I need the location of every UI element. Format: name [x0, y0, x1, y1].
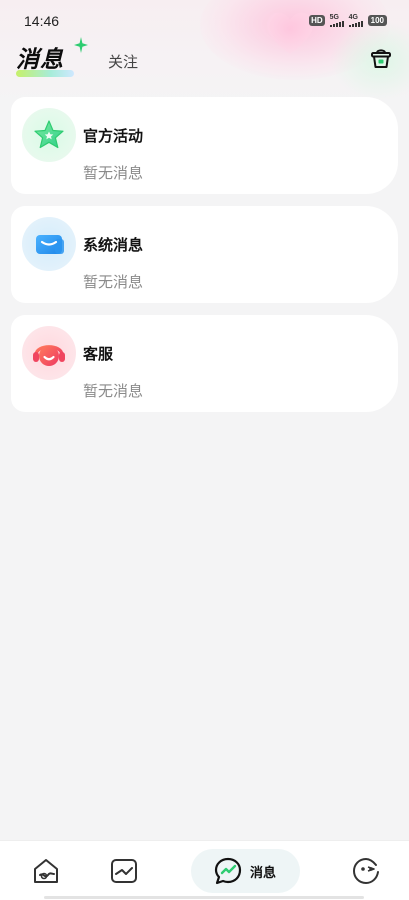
home-indicator	[44, 896, 364, 899]
nav-messages[interactable]: 消息	[191, 849, 300, 893]
nav-discover[interactable]	[108, 855, 140, 887]
bottom-navigation: 消息	[0, 840, 409, 900]
mail-icon	[22, 217, 76, 271]
message-preview: 暂无消息	[83, 382, 144, 400]
hd-badge: HD	[309, 15, 325, 26]
message-list: 官方活动 暂无消息 系统消息 暂无消息 客服 暂无消息	[11, 97, 398, 424]
profile-icon	[352, 857, 379, 885]
avatar	[22, 326, 76, 380]
message-title: 客服	[83, 345, 114, 363]
message-preview: 暂无消息	[83, 164, 144, 182]
status-bar: 14:46 HD 5G 4G 100	[0, 0, 409, 44]
home-icon	[34, 859, 58, 883]
message-preview: 暂无消息	[83, 273, 144, 291]
status-time: 14:46	[24, 13, 60, 29]
signal-5g: 5G	[329, 14, 344, 27]
signal-bars-icon	[348, 21, 363, 27]
discover-icon	[111, 859, 137, 883]
message-title: 官方活动	[83, 127, 144, 145]
page-title[interactable]: 消息	[16, 40, 64, 74]
nav-profile[interactable]	[350, 855, 382, 887]
battery-icon: 100	[367, 15, 387, 26]
star-icon	[22, 108, 76, 162]
signal-4g: 4G	[348, 14, 363, 27]
chat-icon	[214, 857, 242, 885]
nav-messages-label: 消息	[250, 866, 277, 881]
signal-bars-icon	[329, 21, 344, 27]
messages-screen: 14:46 HD 5G 4G 100 消息 关注 官方活动 暂无消息 系统消息 …	[0, 0, 409, 900]
status-indicators: HD 5G 4G 100	[309, 14, 387, 27]
headset-icon	[22, 326, 76, 380]
message-card-official-activity[interactable]: 官方活动 暂无消息	[11, 97, 398, 194]
tab-follow[interactable]: 关注	[108, 51, 138, 72]
avatar	[22, 108, 76, 162]
message-title: 系统消息	[83, 236, 144, 254]
basket-clean-icon[interactable]	[369, 46, 393, 70]
sparkle-icon	[74, 37, 88, 53]
avatar	[22, 217, 76, 271]
nav-home[interactable]	[30, 855, 62, 887]
message-card-system[interactable]: 系统消息 暂无消息	[11, 206, 398, 303]
message-card-customer-service[interactable]: 客服 暂无消息	[11, 315, 398, 412]
